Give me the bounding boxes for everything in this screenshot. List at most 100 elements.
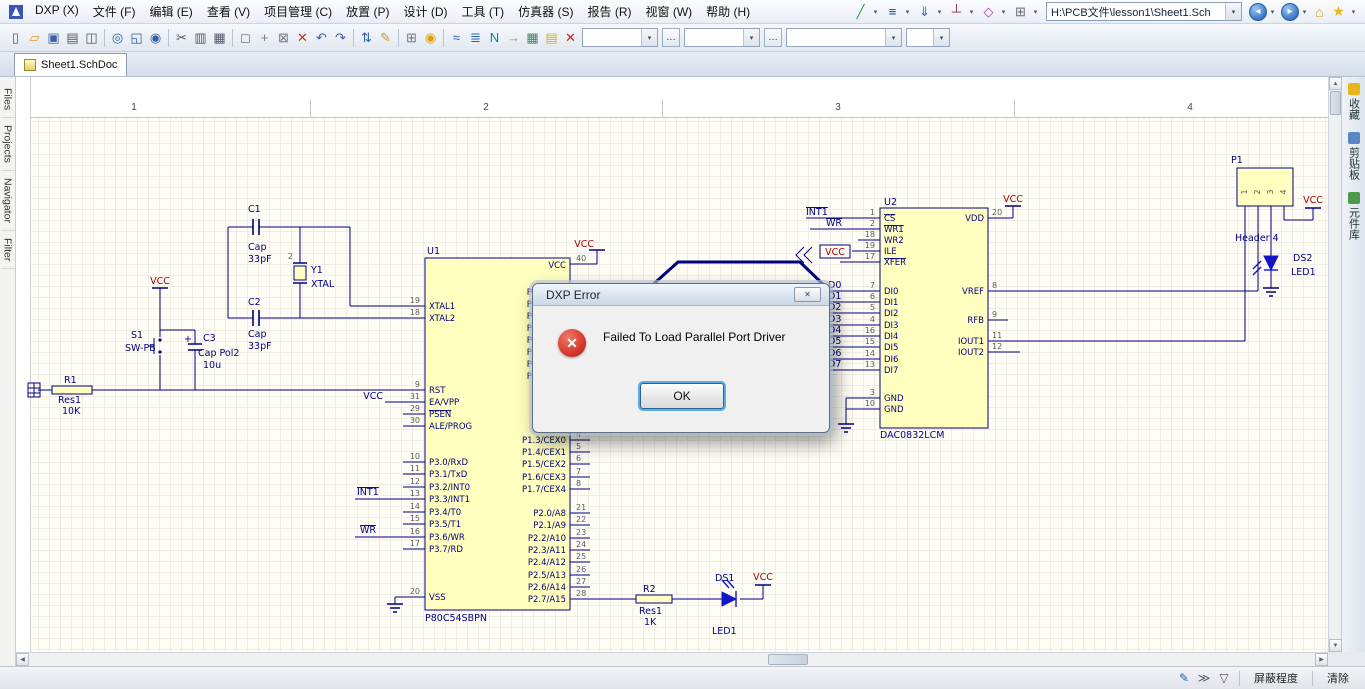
panel-tab-projects[interactable]: Projects xyxy=(1,118,15,171)
forward-button[interactable]: ▸ xyxy=(1281,3,1299,21)
address-bar[interactable]: H:\PCB文件\lesson1\Sheet1.Sch ▾ xyxy=(1046,2,1242,21)
panel-tab-filter[interactable]: Filter xyxy=(1,231,15,269)
menu-place[interactable]: 放置 (P) xyxy=(339,3,396,20)
mask-level-button[interactable]: 屏蔽程度 xyxy=(1246,668,1306,688)
dialog-close-button[interactable]: ✕ xyxy=(794,287,821,302)
place-part-tool-icon[interactable]: ⇓ xyxy=(915,2,934,21)
scroll-right-button[interactable]: ▶ xyxy=(1315,653,1328,666)
hierarchy-icon[interactable]: ≣ xyxy=(466,28,485,47)
sheet-symbol-icon[interactable]: ▦ xyxy=(523,28,542,47)
clear-button[interactable]: 清除 xyxy=(1319,668,1357,688)
filter-dropdown-icon[interactable]: ▽ xyxy=(1215,670,1233,687)
menu-edit[interactable]: 编辑 (E) xyxy=(142,3,199,20)
select-rect-icon[interactable]: ◻ xyxy=(236,28,255,47)
scroll-up-button[interactable]: ▲ xyxy=(1329,77,1342,90)
favorites-dropdown-icon[interactable]: ▾ xyxy=(1348,2,1359,21)
y1-crystal-body[interactable] xyxy=(294,266,306,280)
ds1-led-triangle[interactable] xyxy=(722,592,736,606)
dialog-title-bar[interactable]: DXP Error ✕ xyxy=(533,284,829,306)
horizontal-scroll-thumb[interactable] xyxy=(768,654,808,665)
menu-window[interactable]: 视窗 (W) xyxy=(639,3,700,20)
home-icon[interactable]: ⌂ xyxy=(1310,2,1329,21)
new-document-icon[interactable]: ▯ xyxy=(6,28,25,47)
horizontal-scrollbar[interactable]: ◀ ▶ xyxy=(16,652,1328,666)
wiring-tool-icon[interactable]: ╱ xyxy=(851,2,870,21)
bus-tool-icon-dropdown[interactable]: ▾ xyxy=(902,2,913,21)
tab-sheet1[interactable]: Sheet1.SchDoc xyxy=(14,53,127,76)
panel-tab-files[interactable]: Files xyxy=(1,81,15,118)
scale-combo[interactable]: ▾ xyxy=(906,28,950,47)
forward-dropdown-icon[interactable]: ▾ xyxy=(1299,2,1310,21)
menu-view[interactable]: 查看 (V) xyxy=(200,3,257,20)
print-preview-icon[interactable]: ◫ xyxy=(82,28,101,47)
ds2-led-triangle[interactable] xyxy=(1264,256,1278,270)
cut-icon[interactable]: ✂ xyxy=(172,28,191,47)
mask-filter-more-button[interactable]: … xyxy=(764,28,782,47)
scroll-down-button[interactable]: ▼ xyxy=(1329,639,1342,652)
panel-tab-navigator[interactable]: Navigator xyxy=(1,171,15,231)
error-marker-icon[interactable]: ✕ xyxy=(561,28,580,47)
net-tool-icon[interactable]: N xyxy=(485,28,504,47)
port-tool-icon[interactable]: → xyxy=(504,28,523,47)
redo-icon[interactable]: ↷ xyxy=(331,28,350,47)
power-port-tool-icon[interactable]: ┴ xyxy=(947,2,966,21)
copy-icon[interactable]: ▥ xyxy=(191,28,210,47)
vertical-scroll-thumb[interactable] xyxy=(1330,91,1341,115)
address-dropdown-icon[interactable]: ▾ xyxy=(1225,3,1241,20)
menu-design[interactable]: 设计 (D) xyxy=(397,3,455,20)
zoom-fit-icon[interactable]: ◎ xyxy=(108,28,127,47)
menu-project[interactable]: 项目管理 (C) xyxy=(257,3,339,20)
address-value[interactable]: H:\PCB文件\lesson1\Sheet1.Sch xyxy=(1047,4,1225,20)
combo-dropdown-icon[interactable]: ▾ xyxy=(743,29,759,46)
move-icon[interactable]: + xyxy=(255,28,274,47)
menu-simulator[interactable]: 仿真器 (S) xyxy=(511,3,580,20)
back-dropdown-icon[interactable]: ▾ xyxy=(1267,2,1278,21)
panel-tab-clipboard[interactable]: 剪贴板 xyxy=(1346,132,1362,180)
help-browser-icon[interactable]: ◉ xyxy=(421,28,440,47)
annotate-icon[interactable]: ✎ xyxy=(376,28,395,47)
wiring-tool-icon-dropdown[interactable]: ▾ xyxy=(870,2,881,21)
selection-filter-more-button[interactable]: … xyxy=(662,28,680,47)
favorites-icon[interactable]: ★ xyxy=(1329,2,1348,21)
back-button[interactable]: ◂ xyxy=(1249,3,1267,21)
vertical-scrollbar[interactable]: ▲ ▼ xyxy=(1328,77,1341,652)
note-icon[interactable]: ▤ xyxy=(542,28,561,47)
edit-mode-icon[interactable]: ✎ xyxy=(1175,670,1193,687)
menu-tools[interactable]: 工具 (T) xyxy=(455,3,512,20)
variant-combo[interactable]: ▾ xyxy=(786,28,902,47)
zoom-selection-icon[interactable]: ◉ xyxy=(146,28,165,47)
mixed-sim-icon[interactable]: ≈ xyxy=(447,28,466,47)
mask-filter-combo[interactable]: ▾ xyxy=(684,28,760,47)
zoom-area-icon[interactable]: ◱ xyxy=(127,28,146,47)
save-icon[interactable]: ▣ xyxy=(44,28,63,47)
scroll-left-button[interactable]: ◀ xyxy=(16,653,29,666)
menu-help[interactable]: 帮助 (H) xyxy=(699,3,757,20)
power-port-tool-icon-dropdown[interactable]: ▾ xyxy=(966,2,977,21)
selection-filter-combo[interactable]: ▾ xyxy=(582,28,658,47)
deselect-icon[interactable]: ⊠ xyxy=(274,28,293,47)
combo-dropdown-icon[interactable]: ▾ xyxy=(641,29,657,46)
browse-library-icon[interactable]: ⊞ xyxy=(402,28,421,47)
place-part-tool-icon-dropdown[interactable]: ▾ xyxy=(934,2,945,21)
menu-file[interactable]: 文件 (F) xyxy=(86,3,143,20)
undo-icon[interactable]: ↶ xyxy=(312,28,331,47)
combo-dropdown-icon[interactable]: ▾ xyxy=(933,29,949,46)
grid-tool-icon[interactable]: ⊞ xyxy=(1011,2,1030,21)
menu-dxp[interactable]: DXP (X) xyxy=(28,3,86,20)
r2-resistor-body[interactable] xyxy=(636,595,672,603)
paste-icon[interactable]: ▦ xyxy=(210,28,229,47)
cancel-icon[interactable]: ✕ xyxy=(293,28,312,47)
cross-probe-icon[interactable]: ⇅ xyxy=(357,28,376,47)
panel-tab-favorites[interactable]: 收藏 xyxy=(1346,83,1362,120)
bus-tool-icon[interactable]: ≡ xyxy=(883,2,902,21)
panel-tab-libraries[interactable]: 元件库 xyxy=(1346,192,1362,240)
menu-reports[interactable]: 报告 (R) xyxy=(581,3,639,20)
grid-tool-icon-dropdown[interactable]: ▾ xyxy=(1030,2,1041,21)
combo-dropdown-icon[interactable]: ▾ xyxy=(885,29,901,46)
directives-tool-icon[interactable]: ◇ xyxy=(979,2,998,21)
ok-button[interactable]: OK xyxy=(640,383,724,409)
p1-header-body[interactable] xyxy=(1237,168,1293,206)
r1-resistor-body[interactable] xyxy=(52,386,92,394)
navigate-icon[interactable]: ≫ xyxy=(1195,670,1213,687)
print-icon[interactable]: ▤ xyxy=(63,28,82,47)
